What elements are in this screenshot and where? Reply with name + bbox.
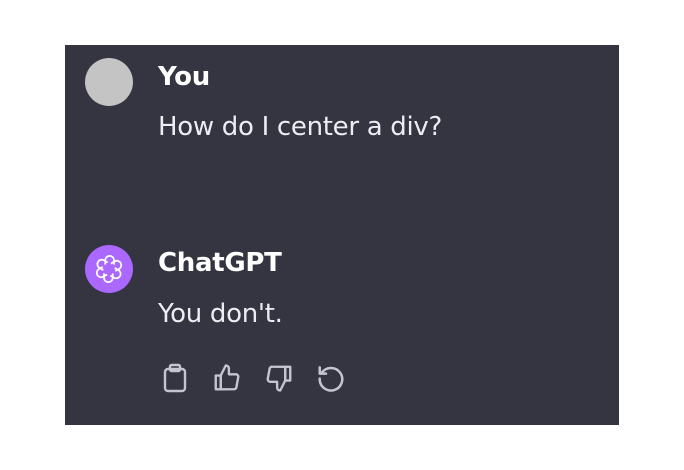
thumbs-down-icon (266, 365, 292, 392)
thumbs-up-button[interactable] (210, 361, 244, 395)
user-author-name: You (158, 62, 210, 92)
user-message-text: How do I center a div? (158, 112, 443, 142)
message-actions (158, 361, 348, 395)
clipboard-icon (163, 363, 187, 393)
thumbs-down-button[interactable] (262, 361, 296, 395)
copy-button[interactable] (158, 361, 192, 395)
openai-logo-icon (95, 255, 123, 283)
chat-panel: You How do I center a div? ChatGPT You d… (65, 45, 619, 425)
regenerate-button[interactable] (314, 361, 348, 395)
regenerate-icon (318, 366, 344, 392)
assistant-avatar (85, 245, 133, 293)
user-avatar (85, 58, 133, 106)
assistant-message-text: You don't. (158, 299, 283, 329)
thumbs-up-icon (214, 364, 240, 391)
assistant-author-name: ChatGPT (158, 248, 282, 278)
